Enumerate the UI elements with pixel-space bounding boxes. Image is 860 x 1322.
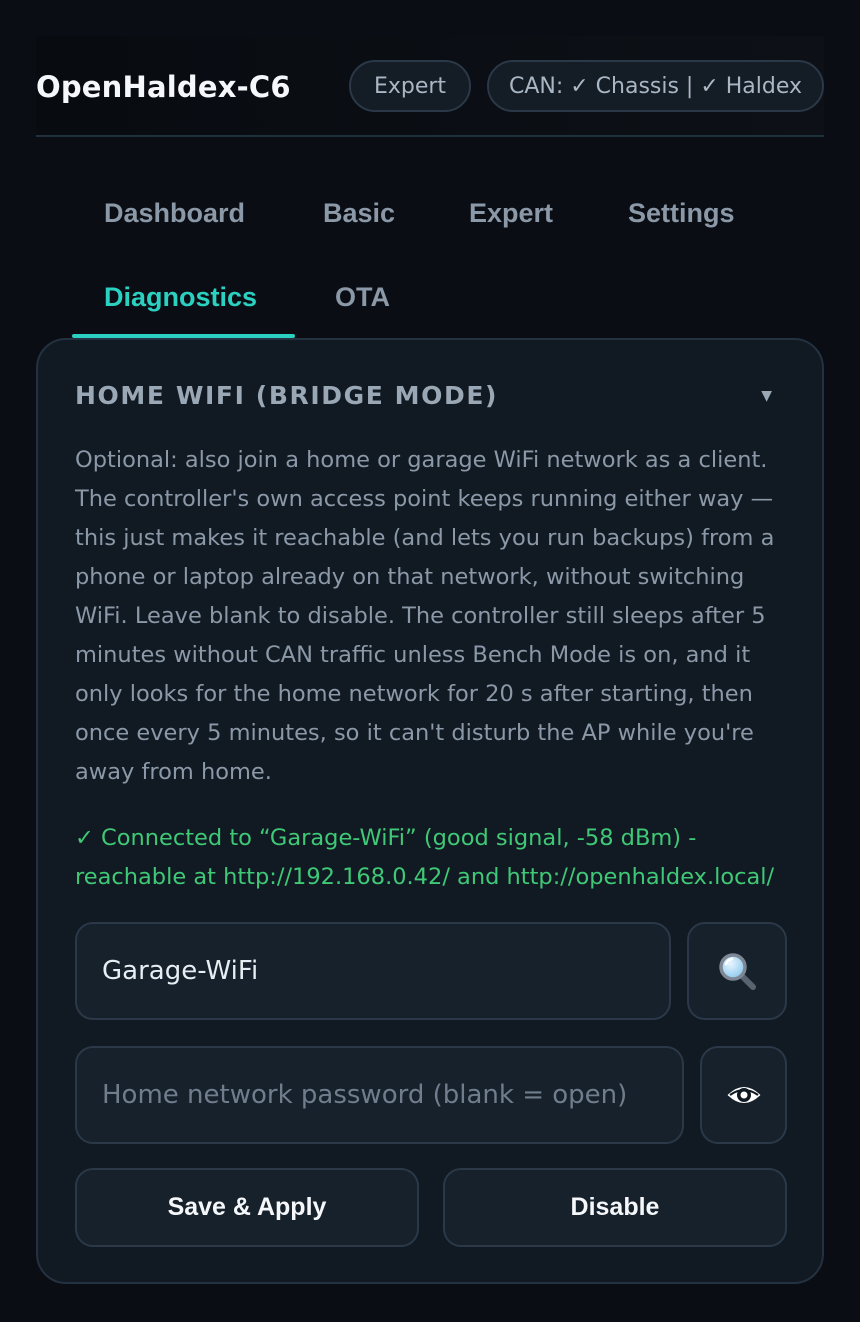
connection-status: ✓ Connected to “Garage-WiFi” (good signa… bbox=[75, 825, 775, 890]
scan-networks-button[interactable] bbox=[687, 922, 787, 1020]
ssid-input[interactable] bbox=[75, 922, 671, 1020]
tab-expert[interactable]: Expert bbox=[469, 198, 553, 229]
caret-down-icon[interactable]: ▼ bbox=[761, 388, 772, 404]
magnifier-icon bbox=[719, 953, 756, 990]
card-description: Optional: also join a home or garage WiF… bbox=[75, 447, 775, 785]
tab-dashboard[interactable]: Dashboard bbox=[104, 198, 245, 229]
can-status-badge: CAN: ✓ Chassis | ✓ Haldex bbox=[487, 60, 824, 112]
password-input[interactable] bbox=[75, 1046, 684, 1144]
tab-diagnostics[interactable]: Diagnostics bbox=[104, 282, 257, 313]
tab-basic[interactable]: Basic bbox=[323, 198, 395, 229]
home-wifi-card: HOME WIFI (BRIDGE MODE) ▼ Optional: also… bbox=[36, 338, 824, 1284]
app-header: OpenHaldex-C6 Expert CAN: ✓ Chassis | ✓ … bbox=[36, 36, 824, 137]
tab-settings[interactable]: Settings bbox=[628, 198, 735, 229]
mode-badge: Expert bbox=[349, 60, 471, 112]
save-apply-button[interactable]: Save & Apply bbox=[75, 1168, 419, 1247]
disable-button[interactable]: Disable bbox=[443, 1168, 787, 1247]
app-title: OpenHaldex-C6 bbox=[36, 70, 291, 104]
eye-icon bbox=[727, 1087, 760, 1103]
show-password-button[interactable] bbox=[700, 1046, 787, 1144]
tab-ota[interactable]: OTA bbox=[335, 282, 390, 313]
card-title[interactable]: HOME WIFI (BRIDGE MODE) bbox=[75, 381, 498, 410]
